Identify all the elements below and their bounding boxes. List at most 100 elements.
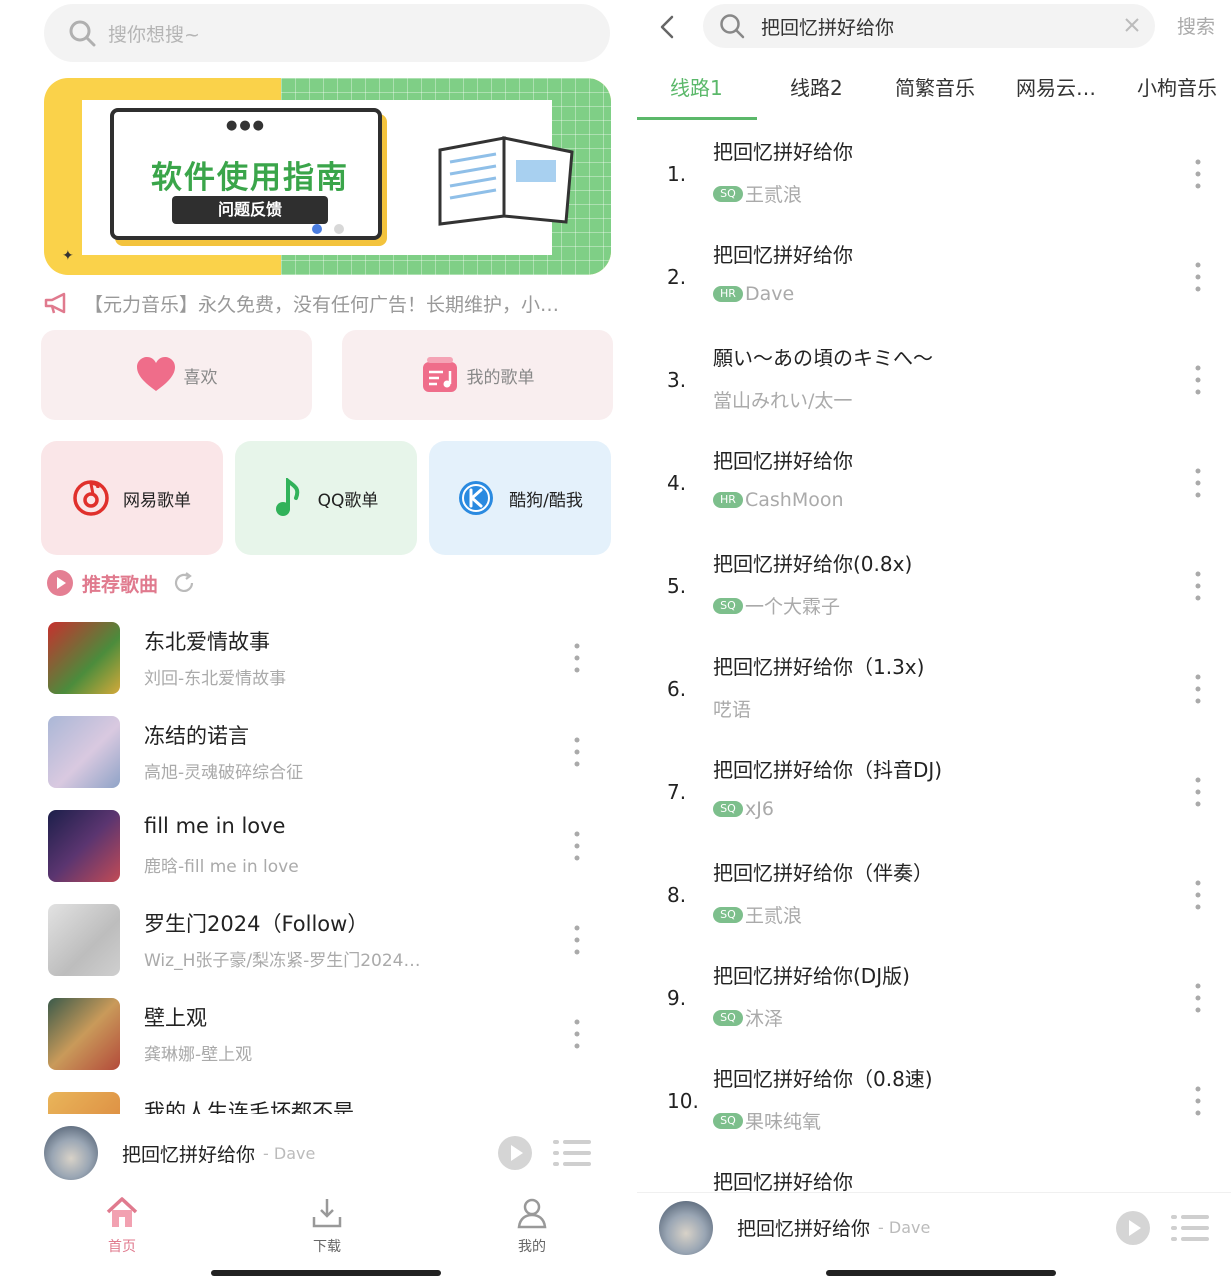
result-row[interactable]: 把回忆拼好给你	[637, 1156, 1231, 1192]
more-vertical-icon[interactable]	[570, 922, 584, 958]
song-subtitle: 刘回-东北爱情故事	[144, 669, 287, 689]
carousel-dot-active[interactable]	[312, 224, 322, 234]
result-artist-line: SQ xJ6	[713, 798, 774, 820]
search-input[interactable]: 把回忆拼好给你	[703, 4, 1155, 48]
now-playing-title: 把回忆拼好给你	[737, 1218, 871, 1240]
tab-netease[interactable]: 网易云…	[1016, 72, 1096, 101]
more-vertical-icon[interactable]	[570, 1016, 584, 1052]
open-book-icon	[438, 136, 574, 226]
song-title: 冻结的诺言	[144, 724, 249, 748]
result-row[interactable]: 10. 把回忆拼好给你（0.8速) SQ 果味纯氧	[637, 1053, 1231, 1156]
album-cover	[48, 1092, 120, 1114]
mini-player[interactable]: 把回忆拼好给你 - Dave	[0, 1118, 631, 1188]
more-vertical-icon[interactable]	[570, 640, 584, 676]
result-title: 把回忆拼好给你（0.8速)	[713, 1067, 933, 1091]
more-vertical-icon[interactable]	[570, 734, 584, 770]
song-title: 东北爱情故事	[144, 630, 270, 654]
search-button[interactable]: 搜索	[1177, 12, 1215, 39]
song-subtitle: 龚琳娜-壁上观	[144, 1045, 253, 1065]
announcement-bar[interactable]: 【元力音乐】永久免费，没有任何广告！长期维护，小…	[44, 288, 614, 318]
now-playing-title: 把回忆拼好给你	[122, 1143, 256, 1166]
song-title: 壁上观	[144, 1006, 207, 1030]
result-row[interactable]: 1. 把回忆拼好给你 SQ 王贰浪	[637, 126, 1231, 229]
result-artist: 果味纯氧	[745, 1111, 822, 1133]
result-row[interactable]: 6. 把回忆拼好给你（1.3x) 呓语	[637, 641, 1231, 744]
more-vertical-icon[interactable]	[1191, 568, 1205, 604]
more-vertical-icon[interactable]	[1191, 1083, 1205, 1119]
nav-mine[interactable]: 我的	[492, 1196, 572, 1256]
song-row[interactable]: 罗生门2024（Follow） Wiz_H张子豪/梨冻紧-罗生门2024…	[48, 900, 608, 994]
more-vertical-icon[interactable]	[1191, 156, 1205, 192]
result-artist: Dave	[745, 283, 795, 305]
play-circle-icon	[47, 570, 73, 596]
play-icon[interactable]	[497, 1135, 533, 1171]
result-row[interactable]: 7. 把回忆拼好给你（抖音DJ) SQ xJ6	[637, 744, 1231, 847]
my-playlists-button[interactable]: 我的歌单	[342, 330, 613, 420]
tab-jianfan[interactable]: 简繁音乐	[895, 72, 975, 101]
netease-playlist-button[interactable]: 网易歌单	[41, 441, 223, 555]
search-input[interactable]: 搜你想搜~	[44, 4, 610, 62]
clear-icon[interactable]	[1121, 14, 1143, 36]
result-index: 8.	[667, 883, 687, 907]
result-artist: 當山みれい/太一	[713, 390, 853, 412]
song-row[interactable]: 冻结的诺言 高旭-灵魂破碎综合征	[48, 712, 608, 806]
nav-download[interactable]: 下载	[287, 1196, 367, 1256]
result-row[interactable]: 8. 把回忆拼好给你（伴奏） SQ 王贰浪	[637, 847, 1231, 950]
more-vertical-icon[interactable]	[1191, 877, 1205, 913]
song-row[interactable]: fill me in love 鹿晗-fill me in love	[48, 806, 608, 900]
favorites-button[interactable]: 喜欢	[41, 330, 312, 420]
mini-player[interactable]: 把回忆拼好给你 - Dave	[637, 1192, 1231, 1262]
feedback-tag[interactable]: 问题反馈	[172, 196, 328, 224]
song-row[interactable]: 壁上观 龚琳娜-壁上观	[48, 994, 608, 1088]
song-row[interactable]: 东北爱情故事 刘回-东北爱情故事	[48, 618, 608, 712]
song-subtitle: 高旭-灵魂破碎综合征	[144, 763, 304, 783]
result-artist-line: HR CashMoon	[713, 489, 844, 511]
qq-label: QQ歌单	[317, 490, 379, 511]
result-row[interactable]: 9. 把回忆拼好给你(DJ版) SQ 沐泽	[637, 950, 1231, 1053]
song-row[interactable]: 我的人生连毛坏都不是	[48, 1088, 608, 1114]
tab-route-1[interactable]: 线路1	[670, 72, 723, 101]
result-row[interactable]: 5. 把回忆拼好给你(0.8x) SQ 一个大霖子	[637, 538, 1231, 641]
more-vertical-icon[interactable]	[1191, 671, 1205, 707]
tab-route-2[interactable]: 线路2	[790, 72, 843, 101]
result-artist-line: SQ 王贰浪	[713, 901, 802, 928]
playlist-queue-icon[interactable]	[1171, 1213, 1209, 1243]
kugou-icon	[459, 481, 494, 515]
result-artist: 沐泽	[745, 1008, 784, 1030]
more-vertical-icon[interactable]	[1191, 259, 1205, 295]
carousel-dot[interactable]	[334, 224, 344, 234]
result-index: 6.	[667, 677, 687, 701]
refresh-icon[interactable]	[172, 571, 196, 595]
kugou-kuwo-button[interactable]: 酷狗/酷我	[429, 441, 611, 555]
nav-mine-label: 我的	[518, 1239, 546, 1255]
more-vertical-icon[interactable]	[1191, 362, 1205, 398]
result-title: 把回忆拼好给你（伴奏）	[713, 861, 933, 885]
back-arrow-icon[interactable]	[657, 14, 677, 40]
playlist-queue-icon[interactable]	[553, 1138, 591, 1168]
more-vertical-icon[interactable]	[1191, 774, 1205, 810]
heart-icon	[136, 357, 175, 391]
my-playlists-label: 我的歌单	[466, 367, 535, 388]
qq-playlist-button[interactable]: QQ歌单	[235, 441, 417, 555]
result-title: 把回忆拼好给你(DJ版)	[713, 964, 910, 988]
recommend-header: 推荐歌曲	[46, 568, 196, 598]
favorites-label: 喜欢	[183, 367, 218, 388]
nav-home[interactable]: 首页	[82, 1196, 162, 1256]
qq-music-icon	[275, 478, 299, 516]
nav-home-label: 首页	[108, 1239, 136, 1255]
song-subtitle: 鹿晗-fill me in love	[144, 857, 299, 877]
result-row[interactable]: 4. 把回忆拼好给你 HR CashMoon	[637, 435, 1231, 538]
tab-xiaogou[interactable]: 小枸音乐	[1137, 72, 1217, 101]
more-vertical-icon[interactable]	[570, 828, 584, 864]
more-vertical-icon[interactable]	[1191, 465, 1205, 501]
banner-carousel[interactable]: ●●● 软件使用指南 问题反馈 ✦	[44, 78, 611, 275]
play-icon[interactable]	[1115, 1210, 1151, 1246]
result-row[interactable]: 2. 把回忆拼好给你 HR Dave	[637, 229, 1231, 332]
user-icon	[517, 1198, 547, 1229]
home-screen: 搜你想搜~ ●●● 软件使用指南 问题反馈 ✦ 【元力音乐】永久免费，没有任何广…	[0, 0, 631, 1277]
result-row[interactable]: 3. 願い～あの頃のキミへ～ 當山みれい/太一	[637, 332, 1231, 435]
result-index: 1.	[667, 162, 687, 186]
song-subtitle: Wiz_H张子豪/梨冻紧-罗生门2024…	[144, 951, 421, 971]
more-vertical-icon[interactable]	[1191, 980, 1205, 1016]
quality-badge: SQ	[713, 906, 743, 923]
